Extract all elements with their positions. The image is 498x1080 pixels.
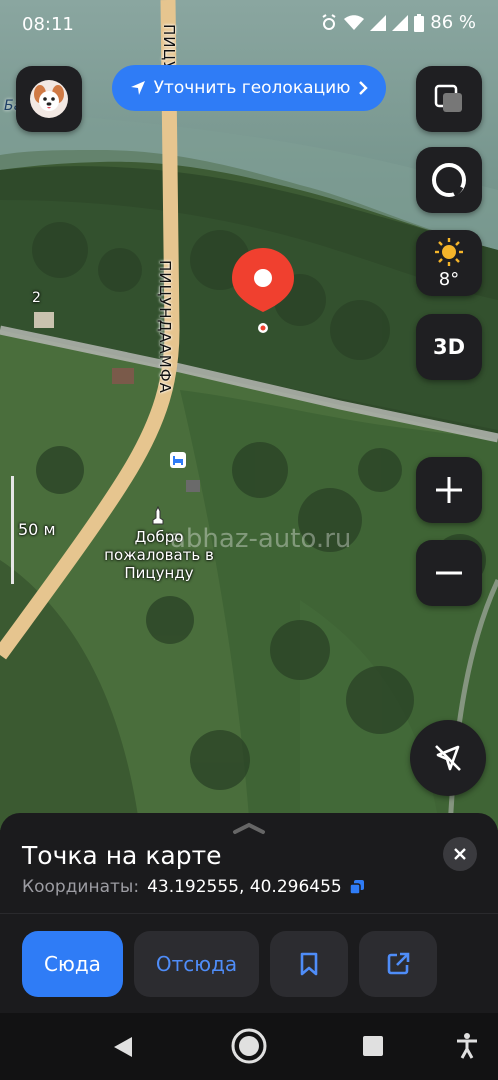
3d-mode-button[interactable]: 3D xyxy=(416,314,482,380)
battery-icon xyxy=(414,13,425,32)
circle-route-icon xyxy=(432,163,466,197)
scale-label: 50 м xyxy=(18,520,56,539)
refine-geolocation-button[interactable]: Уточнить геолокацию xyxy=(112,65,386,111)
minus-icon xyxy=(436,571,462,575)
route-from-label: Отсюда xyxy=(155,952,238,976)
accessibility-icon[interactable] xyxy=(456,1033,478,1059)
monument-poi-icon[interactable] xyxy=(150,505,166,528)
bookmark-button[interactable] xyxy=(270,931,348,997)
close-icon xyxy=(454,848,466,860)
status-bar: 08:11 86 % xyxy=(0,0,498,48)
system-navigation-bar xyxy=(0,1013,498,1080)
route-here-label: Сюда xyxy=(44,952,101,976)
share-button[interactable] xyxy=(359,931,437,997)
zoom-out-button[interactable] xyxy=(416,540,482,606)
route-from-button[interactable]: Отсюда xyxy=(134,931,259,997)
scale-bar xyxy=(11,476,14,584)
map-layers-button[interactable] xyxy=(416,66,482,132)
home-icon[interactable] xyxy=(230,1027,268,1065)
battery-percent: 86 % xyxy=(430,12,476,33)
watermark: abhaz-auto.ru xyxy=(170,524,352,554)
street-label: ПИЦУНДААМФА xyxy=(156,260,174,394)
navigation-off-icon xyxy=(435,745,461,771)
signal-icon xyxy=(370,14,387,31)
close-sheet-button[interactable] xyxy=(443,837,477,871)
layers-icon xyxy=(434,84,462,112)
dog-avatar-icon xyxy=(30,80,68,118)
share-icon xyxy=(387,952,410,975)
zoom-in-button[interactable] xyxy=(416,457,482,523)
route-here-button[interactable]: Сюда xyxy=(22,931,123,997)
chevron-right-icon xyxy=(359,81,369,95)
copy-icon[interactable] xyxy=(349,880,364,894)
wifi-icon xyxy=(344,14,365,30)
alarm-icon xyxy=(322,13,336,30)
route-mode-button[interactable] xyxy=(416,147,482,213)
house-number-label: 2 xyxy=(32,290,41,306)
signal-icon-2 xyxy=(392,14,409,31)
clock: 08:11 xyxy=(22,14,74,35)
sun-icon xyxy=(435,237,463,266)
profile-avatar-button[interactable] xyxy=(16,66,82,132)
sheet-handle-icon[interactable] xyxy=(232,821,266,835)
bookmark-icon xyxy=(300,952,318,976)
3d-label: 3D xyxy=(432,335,466,359)
coordinates-value[interactable]: 43.192555, 40.296455 xyxy=(147,877,342,897)
navigation-arrow-icon xyxy=(130,81,145,95)
hotel-poi-icon[interactable] xyxy=(170,452,186,468)
recents-icon[interactable] xyxy=(363,1036,383,1056)
coordinates-row: Координаты: 43.192555, 40.296455 xyxy=(22,877,364,897)
orientation-button[interactable] xyxy=(410,720,486,796)
divider xyxy=(0,913,498,914)
temperature-label: 8° xyxy=(438,268,460,290)
place-title: Точка на карте xyxy=(22,841,222,870)
coordinates-label: Координаты: xyxy=(22,877,140,897)
back-icon[interactable] xyxy=(112,1035,134,1059)
place-sheet[interactable]: Точка на карте Координаты: 43.192555, 40… xyxy=(0,813,498,1013)
location-pin-icon[interactable] xyxy=(230,246,296,336)
plus-icon xyxy=(436,477,462,503)
weather-button[interactable]: 8° xyxy=(416,230,482,296)
refine-geolocation-label: Уточнить геолокацию xyxy=(153,78,351,98)
